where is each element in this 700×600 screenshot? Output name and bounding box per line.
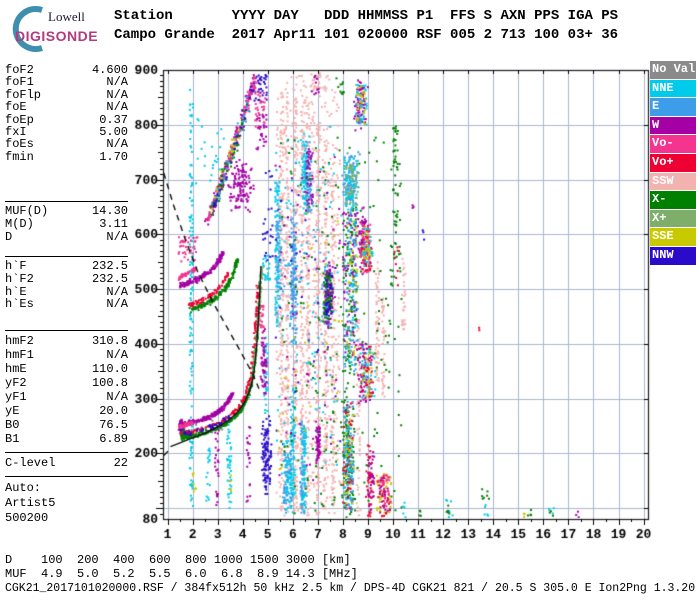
parameter-value: 22 — [113, 456, 128, 470]
parameter-value: 310.8 — [91, 334, 128, 348]
parameter-row: D N/A — [5, 229, 128, 244]
parameter-row: yE 20.0 — [5, 404, 128, 418]
parameter-label: yF1 — [5, 390, 27, 404]
parameter-row: yF2 100.8 — [5, 376, 128, 390]
digisonde-logo: Lowell DIGISONDE — [6, 3, 116, 57]
parameter-row: yF1 N/A — [5, 390, 128, 404]
parameter-label: yF2 — [5, 376, 27, 390]
parameter-row: fmin 1.70 — [5, 149, 128, 164]
parameter-label: hmE — [5, 362, 27, 376]
parameter-group: foF2 4.600 foF1 N/A foFlp N/A foE N/A foEp 0.37 fx… — [5, 64, 128, 164]
parameter-value: N/A — [106, 100, 128, 115]
parameter-row: Artist5 — [5, 496, 128, 511]
parameter-value: 76.5 — [99, 418, 128, 432]
parameter-row: foEs N/A — [5, 137, 128, 152]
parameter-label: fmin — [5, 149, 34, 164]
parameter-label: B1 — [5, 432, 20, 446]
parameter-label: hmF1 — [5, 348, 34, 362]
legend-item-vo+: Vo+ — [650, 153, 696, 172]
logo-lowell-text: Lowell — [48, 9, 85, 24]
parameter-value: 14.30 — [91, 204, 128, 218]
legend-item-sse: SSE — [650, 228, 696, 246]
footer: D 100 200 400 600 800 1000 1500 3000 [km… — [5, 553, 696, 596]
parameter-value: 110.0 — [91, 362, 128, 376]
header-fields-line: Station YYYY DAY DDD HHMMSS P1 FFS S AXN… — [114, 8, 619, 24]
parameter-group: hmF2 310.8 hmF1 N/A hmE 110.0 yF2 100.8 yF1 N/A yE… — [5, 330, 128, 446]
parameter-row: M(D) 3.11 — [5, 216, 128, 231]
distance-row: D 100 200 400 600 800 1000 1500 3000 [km… — [5, 553, 351, 567]
parameter-row: foF1 N/A — [5, 75, 128, 90]
status-line: CGK21_2017101020000.RSF / 384fx512h 50 k… — [5, 582, 696, 595]
parameter-row: hmE 110.0 — [5, 362, 128, 376]
legend-item-ssw: SSW — [650, 172, 696, 191]
parameter-label: D — [5, 229, 13, 244]
parameter-label: h`F2 — [5, 271, 34, 286]
parameter-row: 500200 — [5, 511, 128, 526]
legend-item-x-: X- — [650, 191, 696, 209]
parameter-label: hmF2 — [5, 334, 34, 348]
legend-item-noval: No Val — [650, 61, 696, 79]
parameter-label: B0 — [5, 418, 20, 432]
parameter-row: MUF(D) 14.30 — [5, 205, 128, 218]
legend-item-w: W — [650, 116, 696, 135]
parameter-label: h`Es — [5, 297, 34, 312]
parameter-row: B1 6.89 — [5, 432, 128, 446]
parameter-group: h`F 232.5 h`F2 232.5 h`E N/A h`Es N/A — [5, 256, 128, 311]
parameter-row: B0 76.5 — [5, 418, 128, 432]
parameter-label: yE — [5, 404, 20, 418]
parameter-value: 100.8 — [91, 376, 128, 390]
legend-item-x+: X+ — [650, 209, 696, 228]
parameter-value: 1.70 — [99, 149, 128, 164]
parameter-value: 232.5 — [91, 271, 128, 286]
parameter-label: M(D) — [5, 216, 34, 231]
muf-row: MUF 4.9 5.0 5.2 5.5 6.0 6.8 8.9 14.3 [MH… — [5, 566, 358, 581]
parameter-row: hmF2 310.8 — [5, 334, 128, 348]
parameter-row: hmF1 N/A — [5, 348, 128, 362]
parameter-value: 20.0 — [99, 404, 128, 418]
parameter-row: C-level 22 — [5, 456, 128, 470]
parameter-value: N/A — [106, 297, 128, 312]
parameter-label: h`F — [5, 259, 27, 273]
parameter-row: Auto: — [5, 481, 128, 496]
parameter-row: h`F 232.5 — [5, 260, 128, 273]
parameter-label: Artist5 — [5, 496, 56, 510]
parameter-label: foF1 — [5, 75, 34, 90]
parameter-label: MUF(D) — [5, 204, 49, 218]
legend-item-nne: NNE — [650, 79, 696, 98]
station-header: Station YYYY DAY DDD HHMMSS P1 FFS S AXN… — [114, 7, 618, 45]
parameter-label: foEs — [5, 137, 34, 152]
parameter-label: foE — [5, 100, 27, 115]
parameter-value: N/A — [106, 348, 128, 362]
parameter-value: 3.11 — [99, 216, 128, 231]
parameter-value: 6.89 — [99, 432, 128, 446]
parameter-row: h`Es N/A — [5, 298, 128, 311]
parameter-value: N/A — [106, 137, 128, 152]
parameter-value: N/A — [106, 390, 128, 404]
parameter-label: C-level — [5, 456, 56, 470]
parameter-label: 500200 — [5, 511, 49, 525]
parameter-row: foE N/A — [5, 100, 128, 115]
parameter-group: Auto: Artist5 500200 — [5, 476, 128, 526]
legend-item-nnw: NNW — [650, 246, 696, 265]
parameter-group: C-level 22 — [5, 452, 128, 470]
logo-digisonde-text: DIGISONDE — [15, 28, 99, 44]
parameter-group: MUF(D) 14.30 M(D) 3.11 D N/A — [5, 201, 128, 243]
parameter-label: Auto: — [5, 481, 42, 495]
legend-item-vo-: Vo- — [650, 135, 696, 153]
header-values-line: Campo Grande 2017 Apr11 101 020000 RSF 0… — [114, 27, 619, 43]
parameter-value: 232.5 — [91, 259, 128, 273]
legend-item-e: E — [650, 98, 696, 116]
velocity-color-legend: No Val NNE E W Vo- Vo+ SSW X- X+ SSE NNW — [650, 61, 696, 266]
parameter-value: N/A — [106, 229, 128, 244]
parameter-value: N/A — [106, 75, 128, 90]
parameter-row: h`F2 232.5 — [5, 271, 128, 286]
